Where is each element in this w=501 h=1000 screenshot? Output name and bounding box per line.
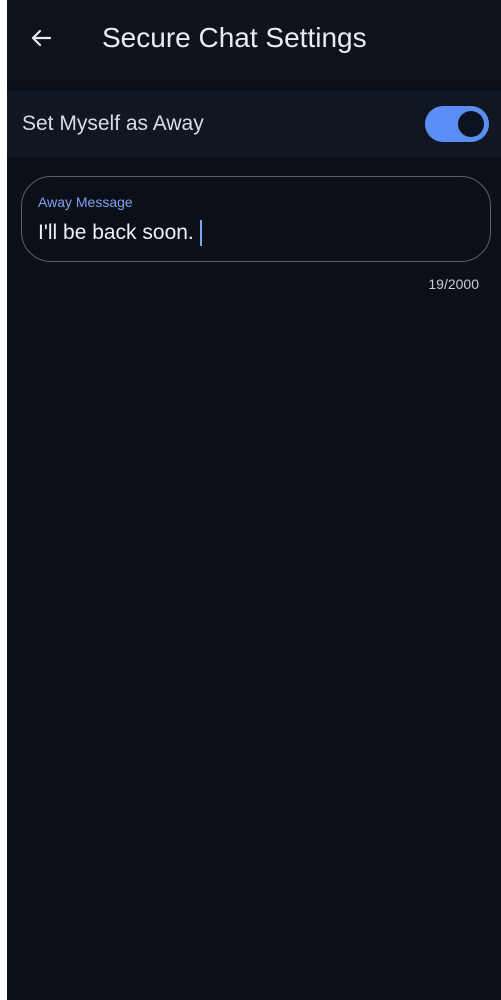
away-message-label: Away Message xyxy=(38,194,133,210)
away-message-field[interactable]: Away Message I'll be back soon. xyxy=(21,176,491,262)
toggle-knob xyxy=(458,111,484,137)
page-title: Secure Chat Settings xyxy=(102,22,367,53)
character-counter: 19/2000 xyxy=(428,276,479,292)
away-setting-row: Set Myself as Away xyxy=(7,90,501,158)
back-button[interactable] xyxy=(25,22,57,54)
settings-screen: Secure Chat Settings Set Myself as Away … xyxy=(7,0,501,1000)
away-setting-label: Set Myself as Away xyxy=(22,112,204,135)
arrow-left-icon xyxy=(31,29,52,47)
away-message-input[interactable]: I'll be back soon. xyxy=(38,220,202,246)
app-header: Secure Chat Settings xyxy=(7,0,501,80)
away-toggle[interactable] xyxy=(425,106,489,142)
text-cursor xyxy=(199,220,202,246)
away-message-text: I'll be back soon. xyxy=(38,221,194,244)
